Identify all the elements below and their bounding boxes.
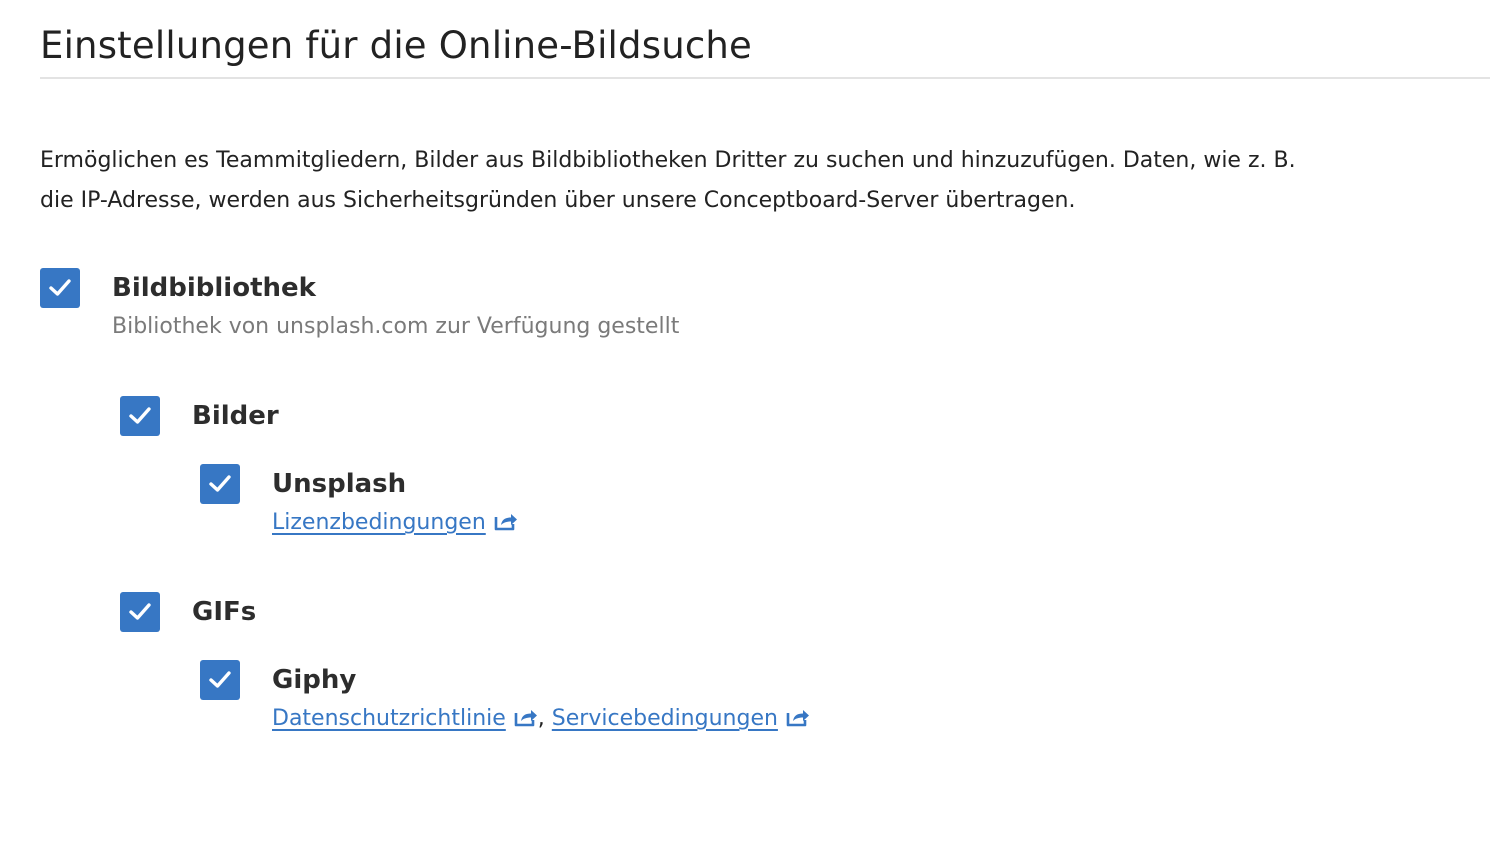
option-label-image-library[interactable]: Bildbibliothek bbox=[112, 268, 316, 308]
external-link-icon[interactable] bbox=[514, 707, 538, 727]
option-subtitle-image-library: Bibliothek von unsplash.com zur Verfügun… bbox=[112, 314, 680, 339]
check-icon bbox=[129, 603, 151, 620]
option-label-unsplash[interactable]: Unsplash bbox=[272, 464, 406, 504]
checkbox-giphy[interactable] bbox=[200, 660, 240, 700]
unsplash-links: Lizenzbedingungen bbox=[272, 510, 518, 535]
link-separator: , bbox=[537, 706, 545, 731]
checkbox-image-library[interactable] bbox=[40, 268, 80, 308]
privacy-policy-link[interactable]: Datenschutzrichtlinie bbox=[272, 706, 506, 731]
option-label-images[interactable]: Bilder bbox=[192, 396, 279, 436]
checkbox-gifs[interactable] bbox=[120, 592, 160, 632]
checkbox-images[interactable] bbox=[120, 396, 160, 436]
giphy-links: Datenschutzrichtlinie , Servicebedingung… bbox=[272, 706, 810, 731]
check-icon bbox=[209, 475, 231, 492]
terms-of-service-link[interactable]: Servicebedingungen bbox=[552, 706, 778, 731]
check-icon bbox=[209, 671, 231, 688]
option-label-gifs[interactable]: GIFs bbox=[192, 592, 256, 632]
external-link-icon[interactable] bbox=[786, 707, 810, 727]
page-title: Einstellungen für die Online-Bildsuche bbox=[40, 24, 753, 67]
option-label-giphy[interactable]: Giphy bbox=[272, 660, 356, 700]
checkbox-unsplash[interactable] bbox=[200, 464, 240, 504]
title-divider bbox=[40, 77, 1490, 79]
external-link-icon[interactable] bbox=[494, 511, 518, 531]
license-terms-link[interactable]: Lizenzbedingungen bbox=[272, 510, 486, 535]
page-description: Ermöglichen es Teammitgliedern, Bilder a… bbox=[40, 148, 1296, 213]
check-icon bbox=[49, 279, 71, 296]
check-icon bbox=[129, 407, 151, 424]
